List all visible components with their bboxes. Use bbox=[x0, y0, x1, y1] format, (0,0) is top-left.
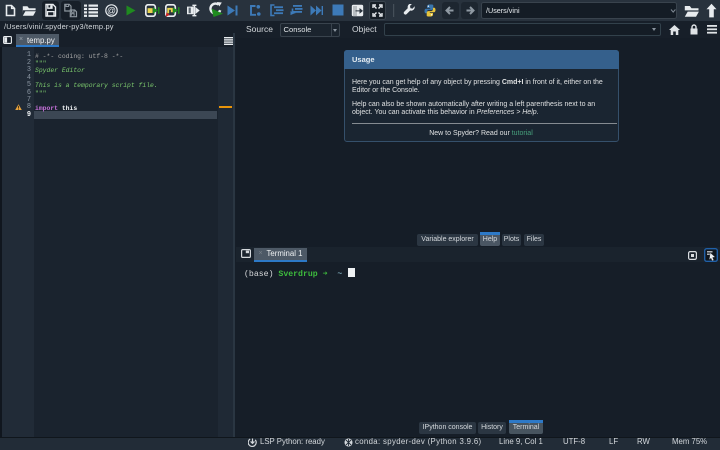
svg-text:@: @ bbox=[107, 6, 116, 16]
